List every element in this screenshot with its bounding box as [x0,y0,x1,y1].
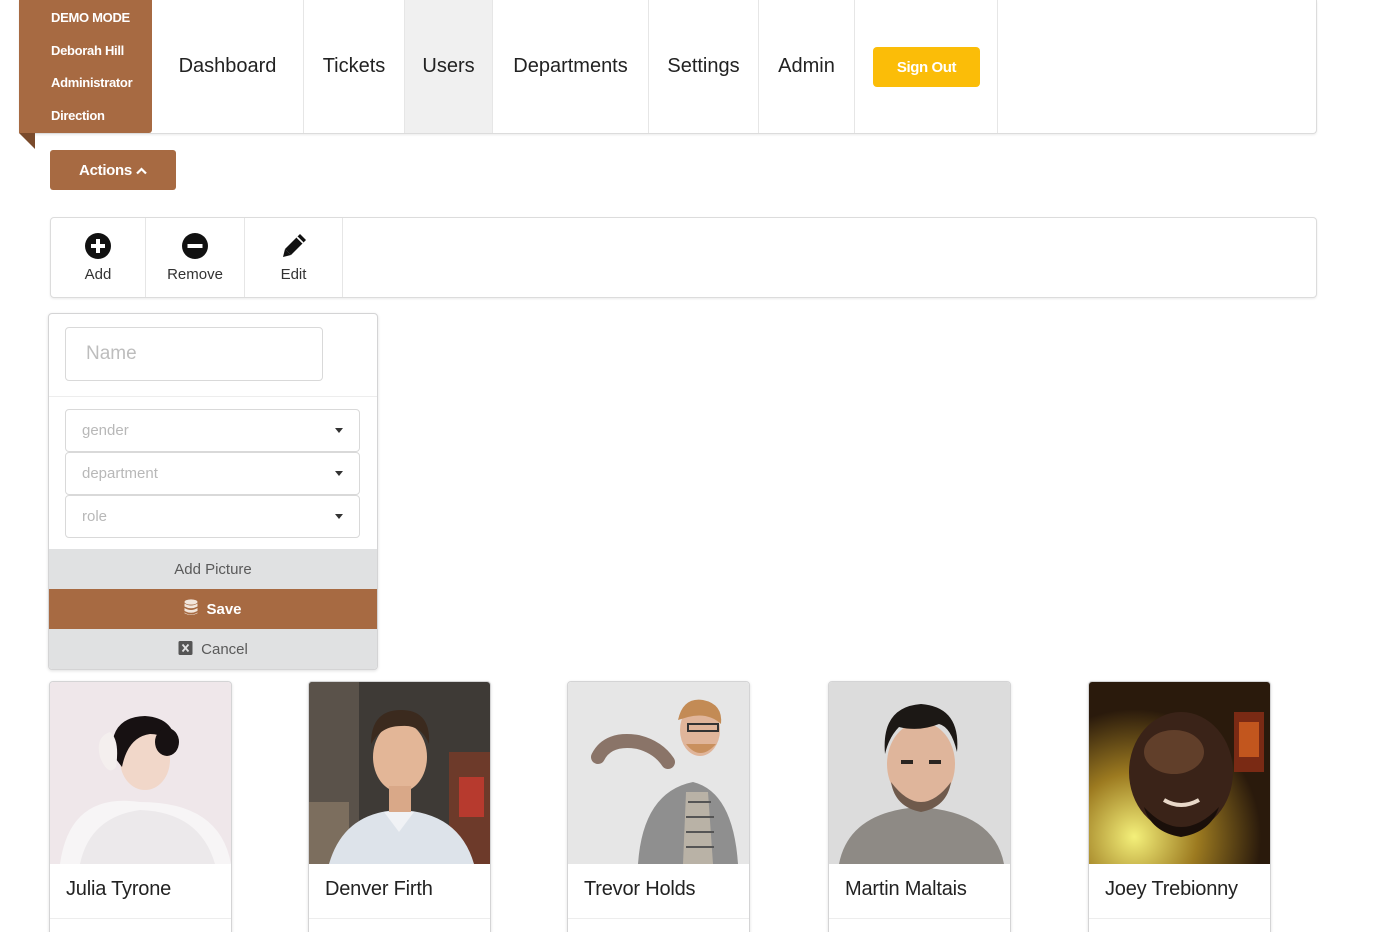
actions-toolbar: Add Remove Edit [50,217,1317,298]
user-photo [50,682,231,864]
edit-button[interactable]: Edit [245,218,343,297]
save-button[interactable]: Save [49,589,377,629]
user-department: Direction [51,107,105,123]
user-photo [568,682,749,864]
add-user-form: gender department role Add Picture Save … [48,313,378,670]
user-name: Deborah Hill [51,42,124,58]
gender-select-value: gender [82,422,129,439]
plus-circle-icon [84,232,112,266]
nav-item-admin[interactable]: Admin [759,0,855,133]
pencil-icon [280,232,308,266]
nav-item-settings[interactable]: Settings [649,0,759,133]
nav-item-users[interactable]: Users [405,0,493,133]
user-card-name: Julia Tyrone [66,878,172,900]
cancel-label: Cancel [201,641,248,658]
gender-select[interactable]: gender [65,409,360,452]
nav-item-dashboard[interactable]: Dashboard [152,0,304,133]
user-card-divider [309,918,490,919]
close-box-icon [178,640,193,659]
department-select[interactable]: department [65,452,360,495]
user-card-divider [1089,918,1270,919]
save-label: Save [206,600,242,618]
edit-label: Edit [280,266,307,283]
user-photo [829,682,1010,864]
user-panel-ribbon-fold [19,133,35,149]
demo-mode-label: DEMO MODE [51,10,130,25]
caret-down-icon [335,514,343,519]
nav-item-departments[interactable]: Departments [493,0,649,133]
user-card-divider [50,918,231,919]
user-card[interactable]: Julia Tyrone [49,681,232,932]
user-photo [1089,682,1270,864]
role-select[interactable]: role [65,495,360,538]
nav-item-tickets[interactable]: Tickets [304,0,405,133]
actions-button[interactable]: Actions [50,150,176,190]
role-select-value: role [82,508,108,525]
add-label: Add [84,266,112,283]
department-select-value: department [82,465,158,482]
user-card-name: Trevor Holds [584,878,696,900]
caret-down-icon [335,471,343,476]
user-photo [309,682,490,864]
sign-out-button[interactable]: Sign Out [873,47,980,87]
user-card[interactable]: Martin Maltais [828,681,1011,932]
user-role: Administrator [51,75,133,90]
remove-label: Remove [167,266,223,283]
user-card-name: Martin Maltais [845,878,967,900]
add-picture-button[interactable]: Add Picture [49,549,377,589]
name-input[interactable] [65,327,323,381]
user-info-panel: DEMO MODE Deborah Hill Administrator Dir… [19,0,152,133]
user-card-name: Joey Trebionny [1105,878,1238,900]
user-card-name: Denver Firth [325,878,433,900]
chevron-up-icon [136,162,147,179]
user-card-divider [829,918,1010,919]
add-picture-label: Add Picture [174,560,252,578]
actions-label: Actions [79,161,132,179]
caret-down-icon [335,428,343,433]
user-card[interactable]: Trevor Holds [567,681,750,932]
user-card-divider [568,918,749,919]
user-card[interactable]: Joey Trebionny [1088,681,1271,932]
cancel-button[interactable]: Cancel [49,629,377,669]
user-card[interactable]: Denver Firth [308,681,491,932]
add-button[interactable]: Add [51,218,146,297]
minus-circle-icon [181,232,209,266]
remove-button[interactable]: Remove [146,218,245,297]
database-icon [184,598,198,620]
form-divider [49,396,377,397]
